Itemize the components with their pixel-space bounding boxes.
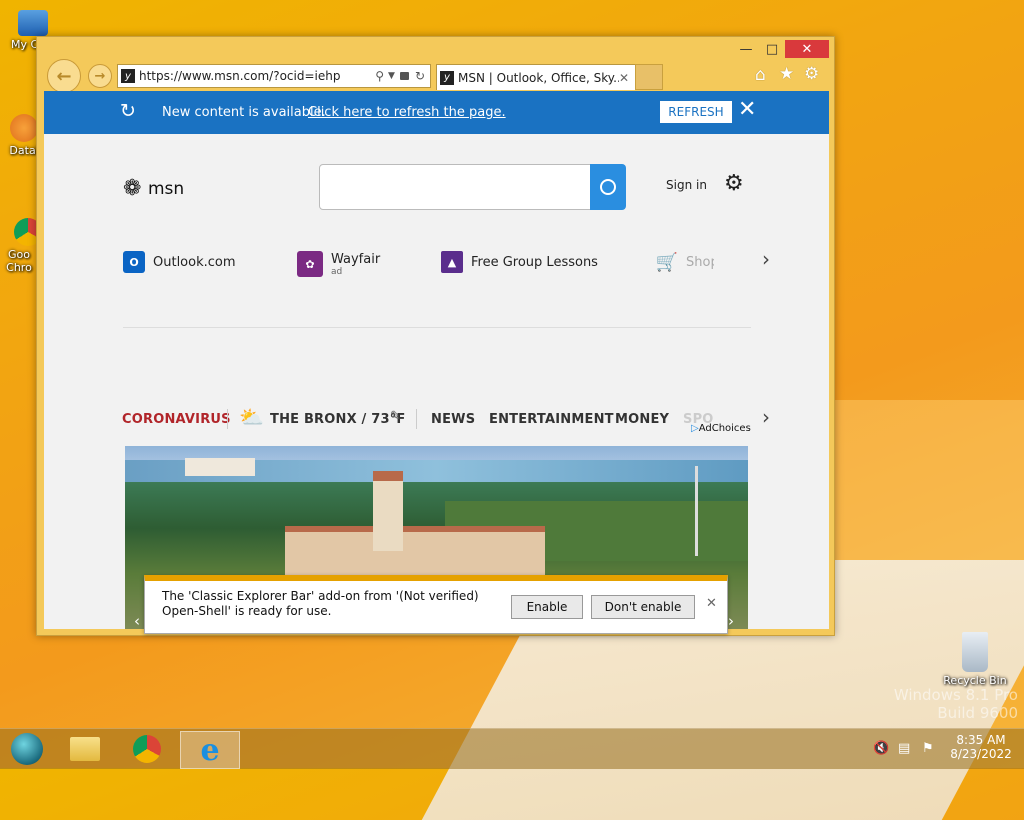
computer-icon [18,10,48,36]
search-icon [600,179,616,195]
quicklink-label: Shop [686,254,714,270]
quicklink-outlook[interactable]: O Outlook.com [123,251,236,273]
sign-in-link[interactable]: Sign in [666,178,707,192]
close-window-button[interactable]: ✕ [785,40,829,58]
network-icon[interactable]: ▤ [898,741,910,756]
enable-button[interactable]: Enable [511,595,583,619]
flagpole [695,466,698,556]
clock-time: 8:35 AM [956,733,1006,747]
cart-icon: 🛒 [655,251,679,273]
refresh-icon[interactable]: ↻ [415,69,425,83]
new-content-text: New content is available. [162,105,326,120]
nav-money[interactable]: MONEY [615,412,669,427]
quicklink-label: Free Group Lessons [471,254,598,270]
nav-entertainment[interactable]: ENTERTAINMENT [489,412,614,427]
weather-sun-icon: ⛅ [239,405,264,429]
address-url[interactable]: https://www.msn.com/?ocid=iehp [139,69,375,83]
recycle-bin-icon [962,632,988,672]
watermark-build: Build 9600 [937,704,1018,722]
new-tab-button[interactable] [635,64,663,90]
lock-icon[interactable] [399,72,409,80]
dropdown-icon[interactable]: ▼ [388,71,395,81]
taskbar: e 🔇 ▤ ⚑ 8:35 AM 8/23/2022 [0,728,1024,769]
addon-message-line1: The 'Classic Explorer Bar' add-on from '… [162,589,479,603]
dont-enable-button[interactable]: Don't enable [591,595,695,619]
nav-divider [227,409,228,429]
minimize-button[interactable]: — [733,40,759,58]
taskbar-chrome[interactable] [120,731,174,767]
watermark-edition: Windows 8.1 Pro [893,686,1018,704]
settings-gear-icon[interactable]: ⚙ [804,64,819,84]
taskbar-internet-explorer[interactable]: e [180,731,240,769]
chrome-icon [133,735,161,763]
page-content: ↻ New content is available. Click here t… [44,91,829,629]
white-building [185,458,255,476]
nav-divider [416,409,417,429]
home-icon[interactable]: ⌂ [755,65,766,85]
quicklink-shop[interactable]: 🛒 Shop [656,251,714,273]
refresh-page-link[interactable]: Click here to refresh the page. [308,105,506,120]
atom-icon [10,114,38,142]
edit-pencil-icon[interactable]: ✎ [390,409,401,424]
quicklink-wayfair[interactable]: ✿ Wayfair ad [297,251,380,277]
tower [373,471,403,551]
close-notification-icon[interactable]: ✕ [706,596,717,611]
nav-coronavirus[interactable]: CORONAVIRUS [122,412,231,427]
divider [123,327,751,328]
close-tab-icon[interactable]: ✕ [619,71,629,85]
building [285,526,545,582]
desktop-icon-recycle-bin[interactable]: Recycle Bin [940,632,1010,687]
close-banner-icon[interactable]: ✕ [738,97,756,122]
msn-favicon-icon: y [440,70,454,85]
search-icon[interactable]: ⚲ [375,69,384,83]
maximize-button[interactable]: □ [759,40,785,58]
favorites-star-icon[interactable]: ★ [779,64,794,84]
back-arrow-icon: ← [56,65,72,87]
msn-logo[interactable]: msn [148,179,184,199]
nav-chevron-right-icon[interactable]: › [762,405,770,429]
quicklink-free-group-lessons[interactable]: ▲ Free Group Lessons [441,251,598,273]
quicklink-label: Wayfair [331,251,381,267]
desktop-icon-label: Goo Chro [6,248,32,274]
refresh-circle-icon: ↻ [120,100,136,122]
back-button[interactable]: ← [47,59,81,93]
quicklink-label: Outlook.com [153,254,236,270]
nav-sports[interactable]: SPO [683,412,714,427]
refresh-button[interactable]: REFRESH [660,101,732,123]
clock[interactable]: 8:35 AM 8/23/2022 [946,733,1016,761]
wayfair-icon: ✿ [297,251,323,277]
start-button[interactable] [0,731,54,767]
ad-badge: ad [331,266,343,277]
forward-arrow-icon: → [94,68,106,84]
clock-date: 8/23/2022 [950,747,1012,761]
address-bar[interactable]: y https://www.msn.com/?ocid=iehp ⚲ ▼ ↻ [117,64,431,88]
ie-icon: e [200,732,220,768]
msn-favicon-icon: y [121,69,135,83]
tab-title: MSN | Outlook, Office, Sky... [458,70,619,85]
windows-watermark: Windows 8.1 Pro Build 9600 [894,686,1018,722]
new-content-banner: ↻ New content is available. Click here t… [44,91,829,134]
action-center-flag-icon[interactable]: ⚑ [922,741,934,756]
settings-gear-icon[interactable]: ⚙ [724,171,744,196]
volume-muted-icon[interactable]: 🔇 [873,741,889,756]
msn-butterfly-icon: ❁ [123,176,142,201]
hero-prev-arrow-icon[interactable]: ‹ [134,612,140,630]
forward-button[interactable]: → [88,64,112,88]
start-orb-icon [11,733,43,765]
nav-news[interactable]: NEWS [431,412,475,427]
addon-message-line2: Open-Shell' is ready for use. [162,604,332,618]
hero-next-arrow-icon[interactable]: › [728,612,734,630]
outlook-icon: O [123,251,145,273]
taskbar-file-explorer[interactable] [58,731,112,767]
nav-weather[interactable]: THE BRONX / 73°F [270,412,406,427]
search-button[interactable] [590,164,626,210]
browser-tab-msn[interactable]: y MSN | Outlook, Office, Sky... ✕ [436,64,636,90]
graduation-cap-icon: ▲ [441,251,463,273]
ie-window: — □ ✕ ← → y https://www.msn.com/?ocid=ie… [36,36,835,636]
addon-notification-bar: The 'Classic Explorer Bar' add-on from '… [144,575,728,634]
chevron-right-icon[interactable]: › [762,247,770,271]
search-input[interactable] [319,164,591,210]
folder-icon [70,737,100,761]
